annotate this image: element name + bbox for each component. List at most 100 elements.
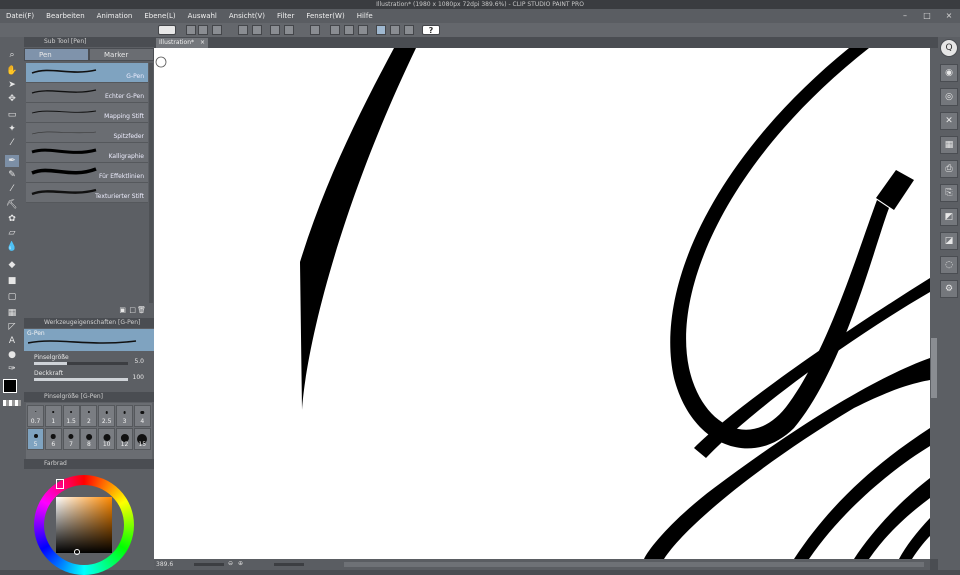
airbrush-icon[interactable]: ⛏ xyxy=(5,199,19,211)
pencil-icon[interactable]: ✎ xyxy=(5,169,19,181)
brush-size-preset[interactable]: 15 xyxy=(133,428,151,450)
blend-icon[interactable]: 💧 xyxy=(5,241,19,253)
hue-marker[interactable] xyxy=(56,479,64,489)
merge-down-icon[interactable]: ◩ xyxy=(940,208,958,226)
brush-size-preset[interactable]: 5 xyxy=(27,428,44,450)
snap-ruler-icon[interactable] xyxy=(376,25,386,35)
menu-filter[interactable]: Filter xyxy=(271,12,300,20)
brush-size-preset[interactable]: 10 xyxy=(98,428,116,450)
operation-icon[interactable]: ➤ xyxy=(5,79,19,91)
brush-size-value[interactable]: 5.0 xyxy=(134,358,144,365)
delete-sub-tool-icon[interactable]: 🗑 xyxy=(137,306,146,314)
brush-size-preset[interactable]: 0.7 xyxy=(27,405,44,427)
new-file-icon[interactable] xyxy=(186,25,196,35)
brush-size-preset[interactable]: 1 xyxy=(44,405,62,427)
opacity-slider[interactable] xyxy=(34,378,128,381)
horizontal-scrollbar[interactable] xyxy=(344,562,924,567)
maximize-icon[interactable]: □ xyxy=(916,9,938,23)
brush-size-preset[interactable]: 8 xyxy=(80,428,98,450)
zoom-slider[interactable] xyxy=(194,563,224,566)
canvas-vertical-scrollbar[interactable] xyxy=(930,48,938,559)
opacity-property[interactable]: Deckkraft 100 xyxy=(24,369,154,385)
transform-icon[interactable] xyxy=(310,25,320,35)
brush-item[interactable]: G-Pen xyxy=(26,63,148,83)
zoom-out-icon[interactable]: ⊖ xyxy=(228,560,233,567)
snap-grid-icon[interactable] xyxy=(404,25,414,35)
layer-color-icon[interactable]: ◪ xyxy=(940,232,958,250)
brush-size-preset[interactable]: 3 xyxy=(116,405,133,427)
save-icon[interactable] xyxy=(212,25,222,35)
correct-line-icon[interactable]: ✑ xyxy=(5,363,19,375)
new-sub-tool-icon[interactable]: □ xyxy=(129,306,136,314)
tab-pen[interactable]: Pen xyxy=(24,48,89,61)
tab-close-icon[interactable]: × xyxy=(200,38,205,48)
pen-icon[interactable]: ✒ xyxy=(5,155,19,167)
brush-list-scrollbar[interactable] xyxy=(149,63,153,303)
eyedropper-icon[interactable]: ⁄ xyxy=(5,137,19,149)
clipping-icon[interactable]: ⎙ xyxy=(940,160,958,178)
menu-selection[interactable]: Auswahl xyxy=(182,12,223,20)
crop-icon[interactable] xyxy=(344,25,354,35)
hand-icon[interactable]: ✋ xyxy=(5,65,19,77)
deselect-icon[interactable] xyxy=(330,25,340,35)
brush-item[interactable]: Spitzfeder xyxy=(26,123,148,143)
snap-special-ruler-icon[interactable] xyxy=(390,25,400,35)
zoom-value[interactable]: 389.6 xyxy=(156,561,173,568)
brush-item[interactable]: Texturierter Stift xyxy=(26,183,148,203)
ruler-icon[interactable]: ◸ xyxy=(5,321,19,333)
layer-settings-icon[interactable]: ⚙ xyxy=(940,280,958,298)
text-icon[interactable]: A xyxy=(5,335,19,347)
menu-view[interactable]: Ansicht(V) xyxy=(223,12,271,20)
balloon-icon[interactable]: ● xyxy=(5,349,19,361)
eraser-icon[interactable]: ▱ xyxy=(5,227,19,239)
zoom-icon[interactable]: ⌕ xyxy=(5,49,19,61)
new-raster-layer-icon[interactable]: ◉ xyxy=(940,64,958,82)
brush-size-preset[interactable]: 2.5 xyxy=(98,405,116,427)
fill-selection-icon[interactable] xyxy=(284,25,294,35)
minimize-icon[interactable]: – xyxy=(894,9,916,23)
brush-size-slider[interactable] xyxy=(34,362,128,365)
reference-layer-icon[interactable]: ⎘ xyxy=(940,184,958,202)
menu-animation[interactable]: Animation xyxy=(91,12,139,20)
menu-edit[interactable]: Bearbeiten xyxy=(40,12,90,20)
brush-size-preset[interactable]: 1.5 xyxy=(62,405,80,427)
brush-size-preset[interactable]: 7 xyxy=(62,428,80,450)
figure-icon[interactable]: ▢ xyxy=(5,291,19,303)
close-window-icon[interactable]: × xyxy=(938,9,960,23)
brush-size-preset[interactable]: 12 xyxy=(116,428,133,450)
duplicate-sub-tool-icon[interactable]: ▣ xyxy=(119,306,126,314)
undo-icon[interactable] xyxy=(238,25,248,35)
transparency-lock-icon[interactable]: ▦ xyxy=(940,136,958,154)
frame-border-icon[interactable]: ▦ xyxy=(5,307,19,319)
decoration-icon[interactable]: ✿ xyxy=(5,213,19,225)
brush-size-preset[interactable]: 6 xyxy=(44,428,62,450)
tool-property-preview[interactable]: G-Pen xyxy=(24,329,154,351)
saturation-value-square[interactable] xyxy=(56,497,112,553)
tab-illustration[interactable]: Illustration* × xyxy=(156,38,208,48)
redo-icon[interactable] xyxy=(252,25,262,35)
selection-icon[interactable]: ▭ xyxy=(5,109,19,121)
scroll-thumb[interactable] xyxy=(931,338,937,398)
zoom-in-icon[interactable]: ⊕ xyxy=(238,560,243,567)
move-layer-icon[interactable]: ✥ xyxy=(5,93,19,105)
drawing-canvas[interactable] xyxy=(154,48,930,559)
menu-window[interactable]: Fenster(W) xyxy=(300,12,350,20)
opacity-value[interactable]: 100 xyxy=(133,374,144,381)
layer-mask-icon[interactable]: ✕ xyxy=(940,112,958,130)
gradient-icon[interactable]: ■ xyxy=(5,275,19,287)
main-color-swatch[interactable] xyxy=(3,379,17,393)
value-marker[interactable] xyxy=(74,549,80,555)
clear-icon[interactable] xyxy=(270,25,280,35)
brush-item[interactable]: Echter G-Pen xyxy=(26,83,148,103)
menu-layer[interactable]: Ebene(L) xyxy=(138,12,181,20)
rotation-slider[interactable] xyxy=(274,563,304,566)
new-vector-layer-icon[interactable]: ◎ xyxy=(940,88,958,106)
transparent-swatch[interactable] xyxy=(3,400,21,406)
brush-size-preset[interactable]: 4 xyxy=(133,405,151,427)
brush-item[interactable]: Mapping Stift xyxy=(26,103,148,123)
auto-select-icon[interactable]: ✦ xyxy=(5,123,19,135)
menu-help[interactable]: Hilfe xyxy=(351,12,379,20)
menu-file[interactable]: Datei(F) xyxy=(0,12,40,20)
invert-icon[interactable] xyxy=(358,25,368,35)
brush-item[interactable]: Kalligraphie xyxy=(26,143,148,163)
